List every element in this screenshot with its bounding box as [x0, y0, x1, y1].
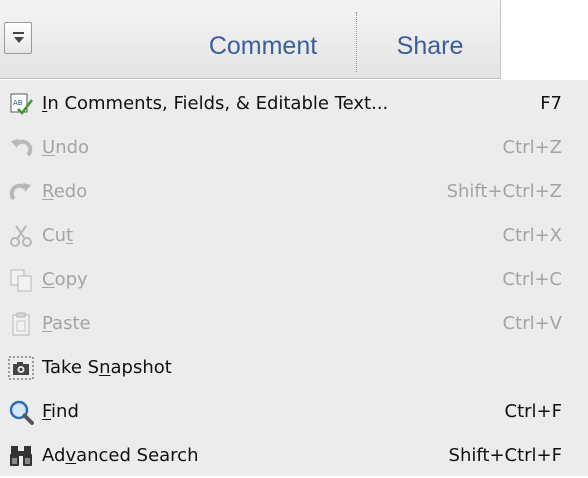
spellcheck-icon: AB [8, 91, 34, 117]
toolbar: Comment Share [0, 0, 588, 80]
binoculars-icon [8, 443, 34, 469]
paste-icon [8, 311, 34, 337]
menu-item-label: Paste [42, 313, 91, 334]
menu-item-advanced-search[interactable]: Advanced Search Shift+Ctrl+F [0, 434, 588, 478]
menu-item-shortcut: Ctrl+Z [502, 137, 562, 158]
menu-item-undo[interactable]: Undo Ctrl+Z [0, 126, 588, 170]
scissors-icon [8, 223, 34, 249]
menu-item-copy[interactable]: Copy Ctrl+C [0, 258, 588, 302]
menu-item-take-snapshot[interactable]: Take Snapshot [0, 346, 588, 390]
menu-item-find[interactable]: Find Ctrl+F [0, 390, 588, 434]
menu-item-shortcut: F7 [540, 93, 562, 114]
edit-context-menu: AB In Comments, Fields, & Editable Text.… [0, 80, 588, 476]
menu-item-shortcut: Ctrl+X [502, 225, 562, 246]
menu-item-label: Advanced Search [42, 445, 199, 466]
menu-item-redo[interactable]: Redo Shift+Ctrl+Z [0, 170, 588, 214]
menu-item-label: Redo [42, 181, 88, 202]
menu-dropdown-button[interactable] [4, 22, 32, 54]
menu-item-shortcut: Shift+Ctrl+F [448, 445, 562, 466]
undo-icon [8, 135, 34, 161]
menu-item-shortcut: Ctrl+C [502, 269, 562, 290]
menu-item-label: Undo [42, 137, 90, 158]
tab-share[interactable]: Share [362, 0, 498, 78]
menu-item-shortcut: Shift+Ctrl+Z [446, 181, 562, 202]
redo-icon [8, 179, 34, 205]
menu-item-shortcut: Ctrl+F [504, 401, 562, 422]
menu-item-paste[interactable]: Paste Ctrl+V [0, 302, 588, 346]
menu-item-label: Copy [42, 269, 88, 290]
magnifier-icon [8, 399, 34, 425]
tab-divider [356, 12, 357, 72]
chevron-down-icon [13, 32, 24, 45]
menu-item-spelling[interactable]: AB In Comments, Fields, & Editable Text.… [0, 82, 588, 126]
menu-item-label: Take Snapshot [42, 357, 172, 378]
toolbar-bar: Comment Share [0, 0, 501, 79]
menu-item-shortcut: Ctrl+V [502, 313, 562, 334]
svg-text:AB: AB [13, 99, 23, 107]
menu-item-label: Cut [42, 225, 74, 246]
menu-item-cut[interactable]: Cut Ctrl+X [0, 214, 588, 258]
menu-item-label: Find [42, 401, 79, 422]
camera-icon [8, 355, 34, 381]
tab-comment[interactable]: Comment [183, 0, 343, 78]
copy-icon [8, 267, 34, 293]
menu-item-label: In Comments, Fields, & Editable Text... [42, 93, 389, 114]
